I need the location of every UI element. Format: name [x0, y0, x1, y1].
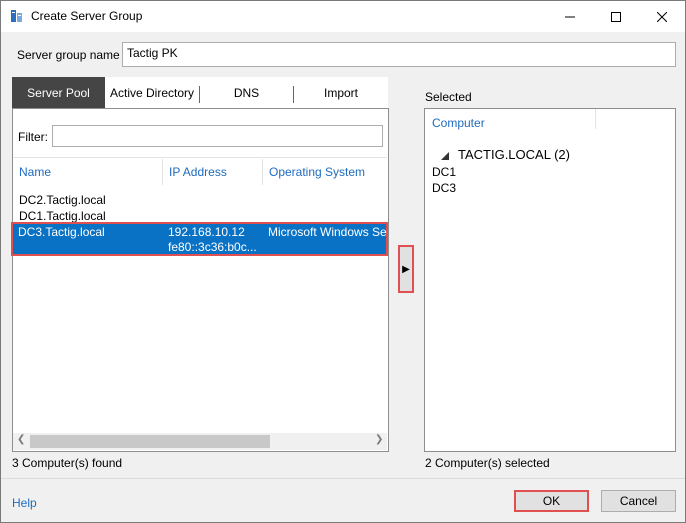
- column-header-computer[interactable]: Computer: [432, 116, 485, 130]
- filter-divider: [13, 157, 387, 158]
- group-name-label: Server group name: [17, 48, 120, 62]
- help-link[interactable]: Help: [12, 496, 37, 510]
- found-count-status: 3 Computer(s) found: [12, 456, 123, 470]
- source-tabs: Server Pool Active Directory DNS Import: [12, 77, 388, 108]
- close-icon: [657, 11, 667, 22]
- filter-input[interactable]: [52, 125, 383, 147]
- selected-group-header[interactable]: TACTIG.LOCAL (2): [458, 147, 570, 162]
- column-divider: [595, 109, 596, 129]
- close-button[interactable]: [639, 1, 685, 32]
- row-ip-address: 192.168.10.12: [168, 225, 245, 239]
- expand-triangle-icon[interactable]: [441, 149, 449, 163]
- column-header-name[interactable]: Name: [19, 165, 51, 179]
- row-operating-system: Microsoft Windows Se: [268, 225, 387, 239]
- server-pool-panel: [12, 108, 389, 452]
- row-name: DC3.Tactig.local: [18, 225, 105, 239]
- table-row[interactable]: DC1.Tactig.local: [19, 209, 106, 223]
- column-divider: [162, 159, 163, 185]
- title-bar: Create Server Group: [1, 1, 685, 32]
- table-row-selected[interactable]: DC3.Tactig.local 192.168.10.12 fe80::3c3…: [11, 222, 388, 256]
- column-header-operating-system[interactable]: Operating System: [269, 165, 365, 179]
- tab-dns[interactable]: DNS: [200, 77, 293, 108]
- selected-item[interactable]: DC3: [432, 181, 456, 195]
- tab-active-directory[interactable]: Active Directory: [105, 77, 199, 108]
- horizontal-scrollbar[interactable]: ❮ ❯: [13, 433, 387, 450]
- arrow-right-icon: ▶: [402, 263, 410, 275]
- dialog-footer: Help OK Cancel: [1, 478, 685, 522]
- maximize-icon: [611, 11, 621, 22]
- tab-server-pool[interactable]: Server Pool: [12, 77, 105, 108]
- scroll-left-icon[interactable]: ❮: [17, 434, 25, 445]
- selected-label: Selected: [425, 90, 472, 104]
- column-header-ip-address[interactable]: IP Address: [169, 165, 227, 179]
- scroll-right-icon[interactable]: ❯: [375, 434, 383, 445]
- tab-import[interactable]: Import: [294, 77, 388, 108]
- scrollbar-thumb[interactable]: [30, 435, 270, 448]
- selected-item[interactable]: DC1: [432, 165, 456, 179]
- table-row[interactable]: DC2.Tactig.local: [19, 193, 106, 207]
- column-divider: [262, 159, 263, 185]
- create-server-group-dialog: Create Server Group Server group name Ta…: [0, 0, 686, 523]
- filter-label: Filter:: [18, 130, 48, 144]
- server-group-icon: [10, 9, 24, 23]
- maximize-button[interactable]: [593, 1, 639, 32]
- row-ip-address-v6: fe80::3c36:b0c...: [168, 240, 257, 254]
- window-title: Create Server Group: [31, 9, 143, 23]
- minimize-icon: [565, 16, 575, 17]
- minimize-button[interactable]: [547, 1, 593, 32]
- cancel-button[interactable]: Cancel: [601, 490, 676, 512]
- ok-button[interactable]: OK: [514, 490, 589, 512]
- add-to-selected-button[interactable]: ▶: [398, 245, 414, 293]
- selected-count-status: 2 Computer(s) selected: [425, 456, 550, 470]
- group-name-input[interactable]: Tactig PK: [122, 42, 676, 67]
